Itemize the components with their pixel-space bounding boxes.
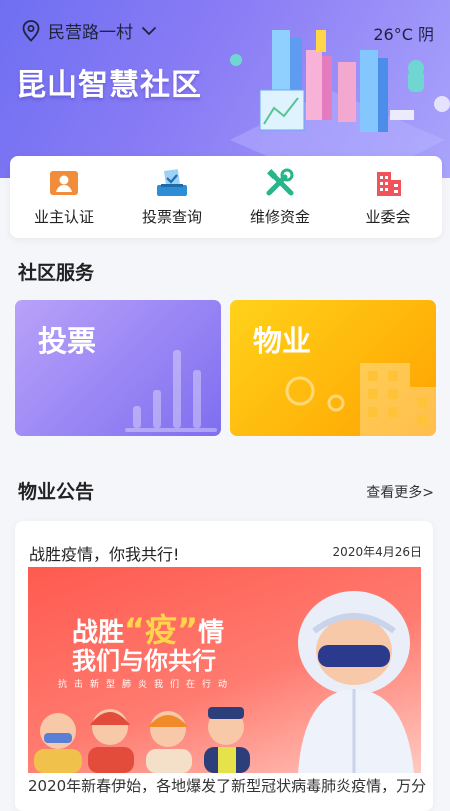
- quick-action-label: 业委会: [365, 208, 411, 226]
- header-banner: 民营路一村 26°C 阴 昆山智慧社区: [0, 0, 450, 178]
- medical-worker-illustration: [298, 591, 414, 773]
- quick-action-owner-verification[interactable]: 业主认证: [10, 156, 118, 238]
- quick-action-label: 维修资金: [249, 208, 310, 226]
- building-icon: [377, 172, 401, 196]
- quick-action-label: 投票查询: [141, 208, 202, 226]
- owner-id-icon: [50, 171, 78, 195]
- location-label: 民营路一村: [48, 23, 133, 43]
- property-service-card[interactable]: 物业: [230, 300, 436, 436]
- view-more-link[interactable]: 查看更多>: [366, 482, 434, 502]
- tools-icon: [266, 168, 294, 196]
- banner-tagline: 抗击新型肺炎我们在行动: [58, 680, 235, 690]
- smart-city-illustration: [230, 30, 450, 178]
- quick-action-maintenance-fund[interactable]: 维修资金: [226, 156, 334, 238]
- quick-action-vote-query[interactable]: 投票查询: [118, 156, 226, 238]
- app-brand-title: 昆山智慧社区: [16, 68, 202, 103]
- quick-actions-bar: 业主认证 投票查询 维修资金 业委会: [10, 156, 442, 238]
- ballot-box-icon: [157, 169, 187, 196]
- location-pin-icon: [22, 19, 40, 42]
- location-selector[interactable]: 民营路一村: [22, 18, 157, 43]
- vote-service-card[interactable]: 投票: [15, 300, 221, 436]
- quick-action-label: 业主认证: [33, 208, 94, 226]
- notice-summary: 2020年新春伊始，各地爆发了新型冠状病毒肺炎疫情，万分: [28, 777, 427, 795]
- notice-card[interactable]: 战胜疫情，你我共行! 2020年4月26日 战胜“疫”情 我们与你共行 抗击新型…: [15, 521, 433, 811]
- notice-title: 战胜疫情，你我共行!: [29, 545, 180, 564]
- notice-date: 2020年4月26日: [332, 545, 422, 559]
- vote-card-label: 投票: [38, 324, 97, 358]
- notices-section-title: 物业公告: [18, 481, 95, 503]
- workers-group-illustration: [34, 707, 250, 773]
- property-card-label: 物业: [253, 324, 312, 358]
- services-section-title: 社区服务: [18, 262, 95, 284]
- quick-action-owners-committee[interactable]: 业委会: [334, 156, 442, 238]
- notice-banner-image: 战胜“疫”情 我们与你共行 抗击新型肺炎我们在行动: [28, 567, 421, 773]
- chevron-down-icon: [141, 26, 157, 35]
- banner-headline-line2: 我们与你共行: [72, 647, 216, 675]
- apartment-building-icon: [285, 363, 436, 436]
- bar-chart-icon: [125, 350, 217, 432]
